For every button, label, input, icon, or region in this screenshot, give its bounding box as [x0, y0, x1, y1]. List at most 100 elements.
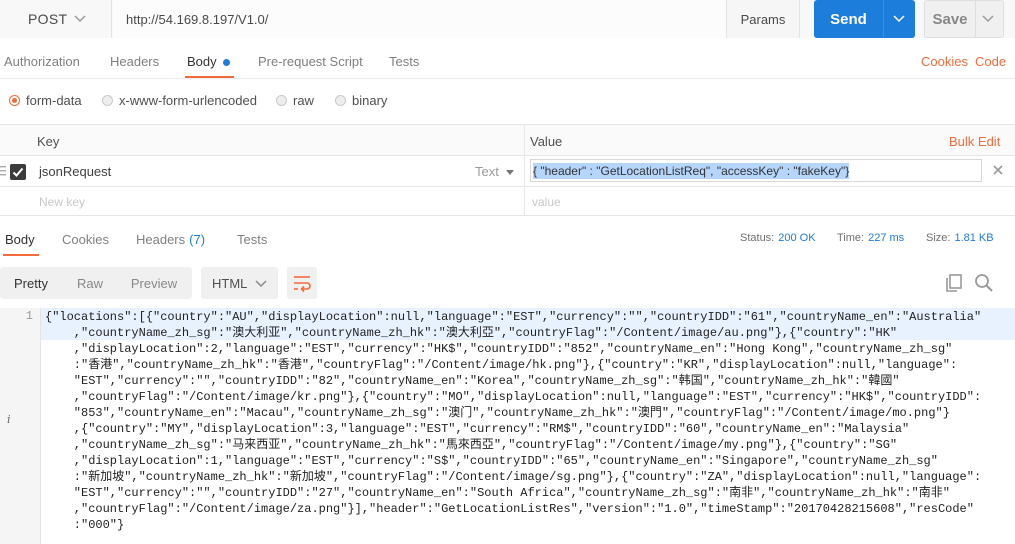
key-column-header: Key — [37, 134, 60, 149]
code-line: ,"countryFlag":"/Content/image/za.png"}]… — [45, 502, 974, 516]
code-link[interactable]: Code — [975, 54, 1006, 69]
response-status: Status: 200 OK — [740, 232, 816, 244]
format-select[interactable]: HTML — [201, 267, 278, 299]
url-text: http://54.169.8.197/V1.0/ — [126, 11, 269, 27]
radio-icon — [102, 94, 113, 106]
tab-body[interactable]: Body — [185, 44, 234, 78]
url-input[interactable]: http://54.169.8.197/V1.0/ — [113, 0, 726, 38]
code-line: "EST","currency":"","countryIDD":"27","c… — [45, 486, 950, 500]
row-enabled-checkbox[interactable] — [10, 164, 26, 180]
delete-row-icon[interactable] — [991, 163, 1005, 177]
code-line: "EST","currency":"","countryIDD":"82","c… — [45, 374, 900, 388]
view-preview-button[interactable]: Preview — [118, 267, 190, 299]
send-divider — [883, 0, 884, 38]
body-modified-dot-icon — [222, 58, 230, 66]
response-tab-headers-label: Headers — [136, 231, 186, 247]
code-content[interactable]: {"locations":[{"country":"AU","displayLo… — [41, 308, 1015, 544]
time-value: 227 ms — [868, 232, 905, 244]
search-icon[interactable] — [974, 273, 994, 293]
tab-headers[interactable]: Headers — [110, 44, 159, 78]
view-raw-button[interactable]: Raw — [62, 267, 118, 299]
save-options-chevron-icon[interactable] — [981, 11, 995, 25]
method-select[interactable]: POST — [0, 0, 112, 38]
cookies-link[interactable]: Cookies — [921, 54, 968, 69]
new-key-input[interactable]: New key — [39, 195, 85, 209]
radio-binary-label: binary — [352, 92, 388, 108]
save-label: Save — [932, 10, 968, 28]
code-line: :"000"} — [45, 518, 125, 532]
params-button[interactable]: Params — [726, 0, 800, 38]
radio-urlencoded[interactable]: x-www-form-urlencoded — [102, 88, 257, 112]
radio-raw[interactable]: raw — [276, 88, 314, 112]
code-line: ,{"country":"MY","displayLocation":3,"la… — [45, 422, 910, 436]
radio-raw-label: raw — [293, 92, 314, 108]
code-line: :"新加坡","countryName_zh_hk":"新加坡","countr… — [45, 470, 982, 484]
save-button[interactable]: Save — [924, 0, 1004, 38]
view-pretty-button[interactable]: Pretty — [0, 267, 62, 299]
code-line: :"香港","countryName_zh_hk":"香港","countryF… — [45, 358, 958, 372]
status-label: Status: — [740, 232, 775, 244]
response-size: Size: 1.81 KB — [926, 232, 994, 244]
response-time: Time: 227 ms — [837, 232, 904, 244]
response-body-editor[interactable]: 1 i {"locations":[{"country":"AU","displ… — [0, 308, 1015, 544]
form-data-table: Key Value Bulk Edit jsonRequest Text { "… — [0, 124, 1015, 217]
request-tabs: Authorization Headers Body Pre-request S… — [0, 44, 1015, 78]
tab-authorization[interactable]: Authorization — [4, 44, 80, 78]
new-value-input[interactable]: value — [532, 195, 561, 209]
chevron-down-icon — [255, 280, 267, 288]
radio-icon — [335, 94, 346, 106]
tabs-divider — [0, 78, 1015, 79]
view-mode-segmented: Pretty Raw Preview — [0, 267, 192, 299]
code-line: {"locations":[{"country":"AU","displayLo… — [45, 310, 982, 324]
code-line: ,"countryFlag":"/Content/image/kr.png"},… — [45, 390, 982, 404]
response-tab-body[interactable]: Body — [3, 222, 39, 256]
method-label: POST — [28, 11, 68, 27]
bulk-edit-link[interactable]: Bulk Edit — [949, 134, 1000, 149]
copy-icon[interactable] — [944, 273, 964, 293]
status-value: 200 OK — [778, 232, 816, 244]
chevron-down-icon — [74, 15, 86, 23]
send-label: Send — [830, 10, 867, 28]
radio-form-data[interactable]: form-data — [9, 88, 82, 112]
response-tab-tests[interactable]: Tests — [237, 222, 267, 256]
code-line: "853","countryName_en":"Macau","countryN… — [45, 406, 950, 420]
send-options-chevron-icon[interactable] — [892, 11, 906, 25]
tab-body-label: Body — [187, 53, 217, 69]
radio-binary[interactable]: binary — [335, 88, 387, 112]
caret-down-icon — [505, 170, 514, 175]
code-line: ,"countryName_zh_sg":"澳大利亚","countryName… — [45, 326, 898, 340]
time-label: Time: — [837, 232, 865, 244]
row-value-input[interactable]: { "header" : "GetLocationListReq", "acce… — [530, 159, 982, 182]
code-line: ,"displayLocation":2,"language":"EST","c… — [45, 342, 953, 356]
checkmark-icon — [12, 167, 24, 177]
tab-prerequest-script[interactable]: Pre-request Script — [258, 44, 363, 78]
format-label: HTML — [212, 275, 248, 291]
radio-selected-icon — [9, 94, 20, 106]
row-type-select[interactable]: Text — [475, 164, 514, 179]
drag-handle-icon[interactable] — [0, 165, 6, 177]
params-label: Params — [740, 11, 786, 27]
radio-urlencoded-label: x-www-form-urlencoded — [119, 92, 257, 108]
body-type-options: form-data x-www-form-urlencoded raw bina… — [0, 88, 600, 112]
code-line: ,"displayLocation":1,"language":"EST","c… — [45, 454, 938, 468]
save-divider — [975, 1, 976, 37]
column-divider — [524, 188, 525, 216]
tab-tests[interactable]: Tests — [389, 44, 419, 78]
response-tabs: Body Cookies Headers (7) Tests Status: 20… — [0, 222, 1015, 256]
send-button[interactable]: Send — [814, 0, 915, 38]
wrap-lines-button[interactable] — [287, 267, 317, 299]
row-type-label: Text — [475, 164, 499, 179]
table-header: Key Value Bulk Edit — [0, 124, 1015, 156]
url-bar: POST http://54.169.8.197/V1.0/ Params Se… — [0, 0, 1015, 38]
size-label: Size: — [926, 232, 951, 244]
radio-form-data-label: form-data — [26, 92, 82, 108]
size-value: 1.81 KB — [954, 232, 994, 244]
new-row: New key value — [0, 188, 1015, 216]
info-marker-icon: i — [7, 413, 11, 426]
response-tab-headers[interactable]: Headers (7) — [136, 222, 205, 256]
line-number-gutter: 1 i — [0, 308, 41, 544]
row-key-input[interactable]: jsonRequest — [39, 164, 111, 179]
code-line: ,"countryName_zh_sg":"马来西亚","countryName… — [45, 438, 898, 452]
response-tab-cookies[interactable]: Cookies — [62, 222, 109, 256]
radio-icon — [276, 94, 287, 106]
